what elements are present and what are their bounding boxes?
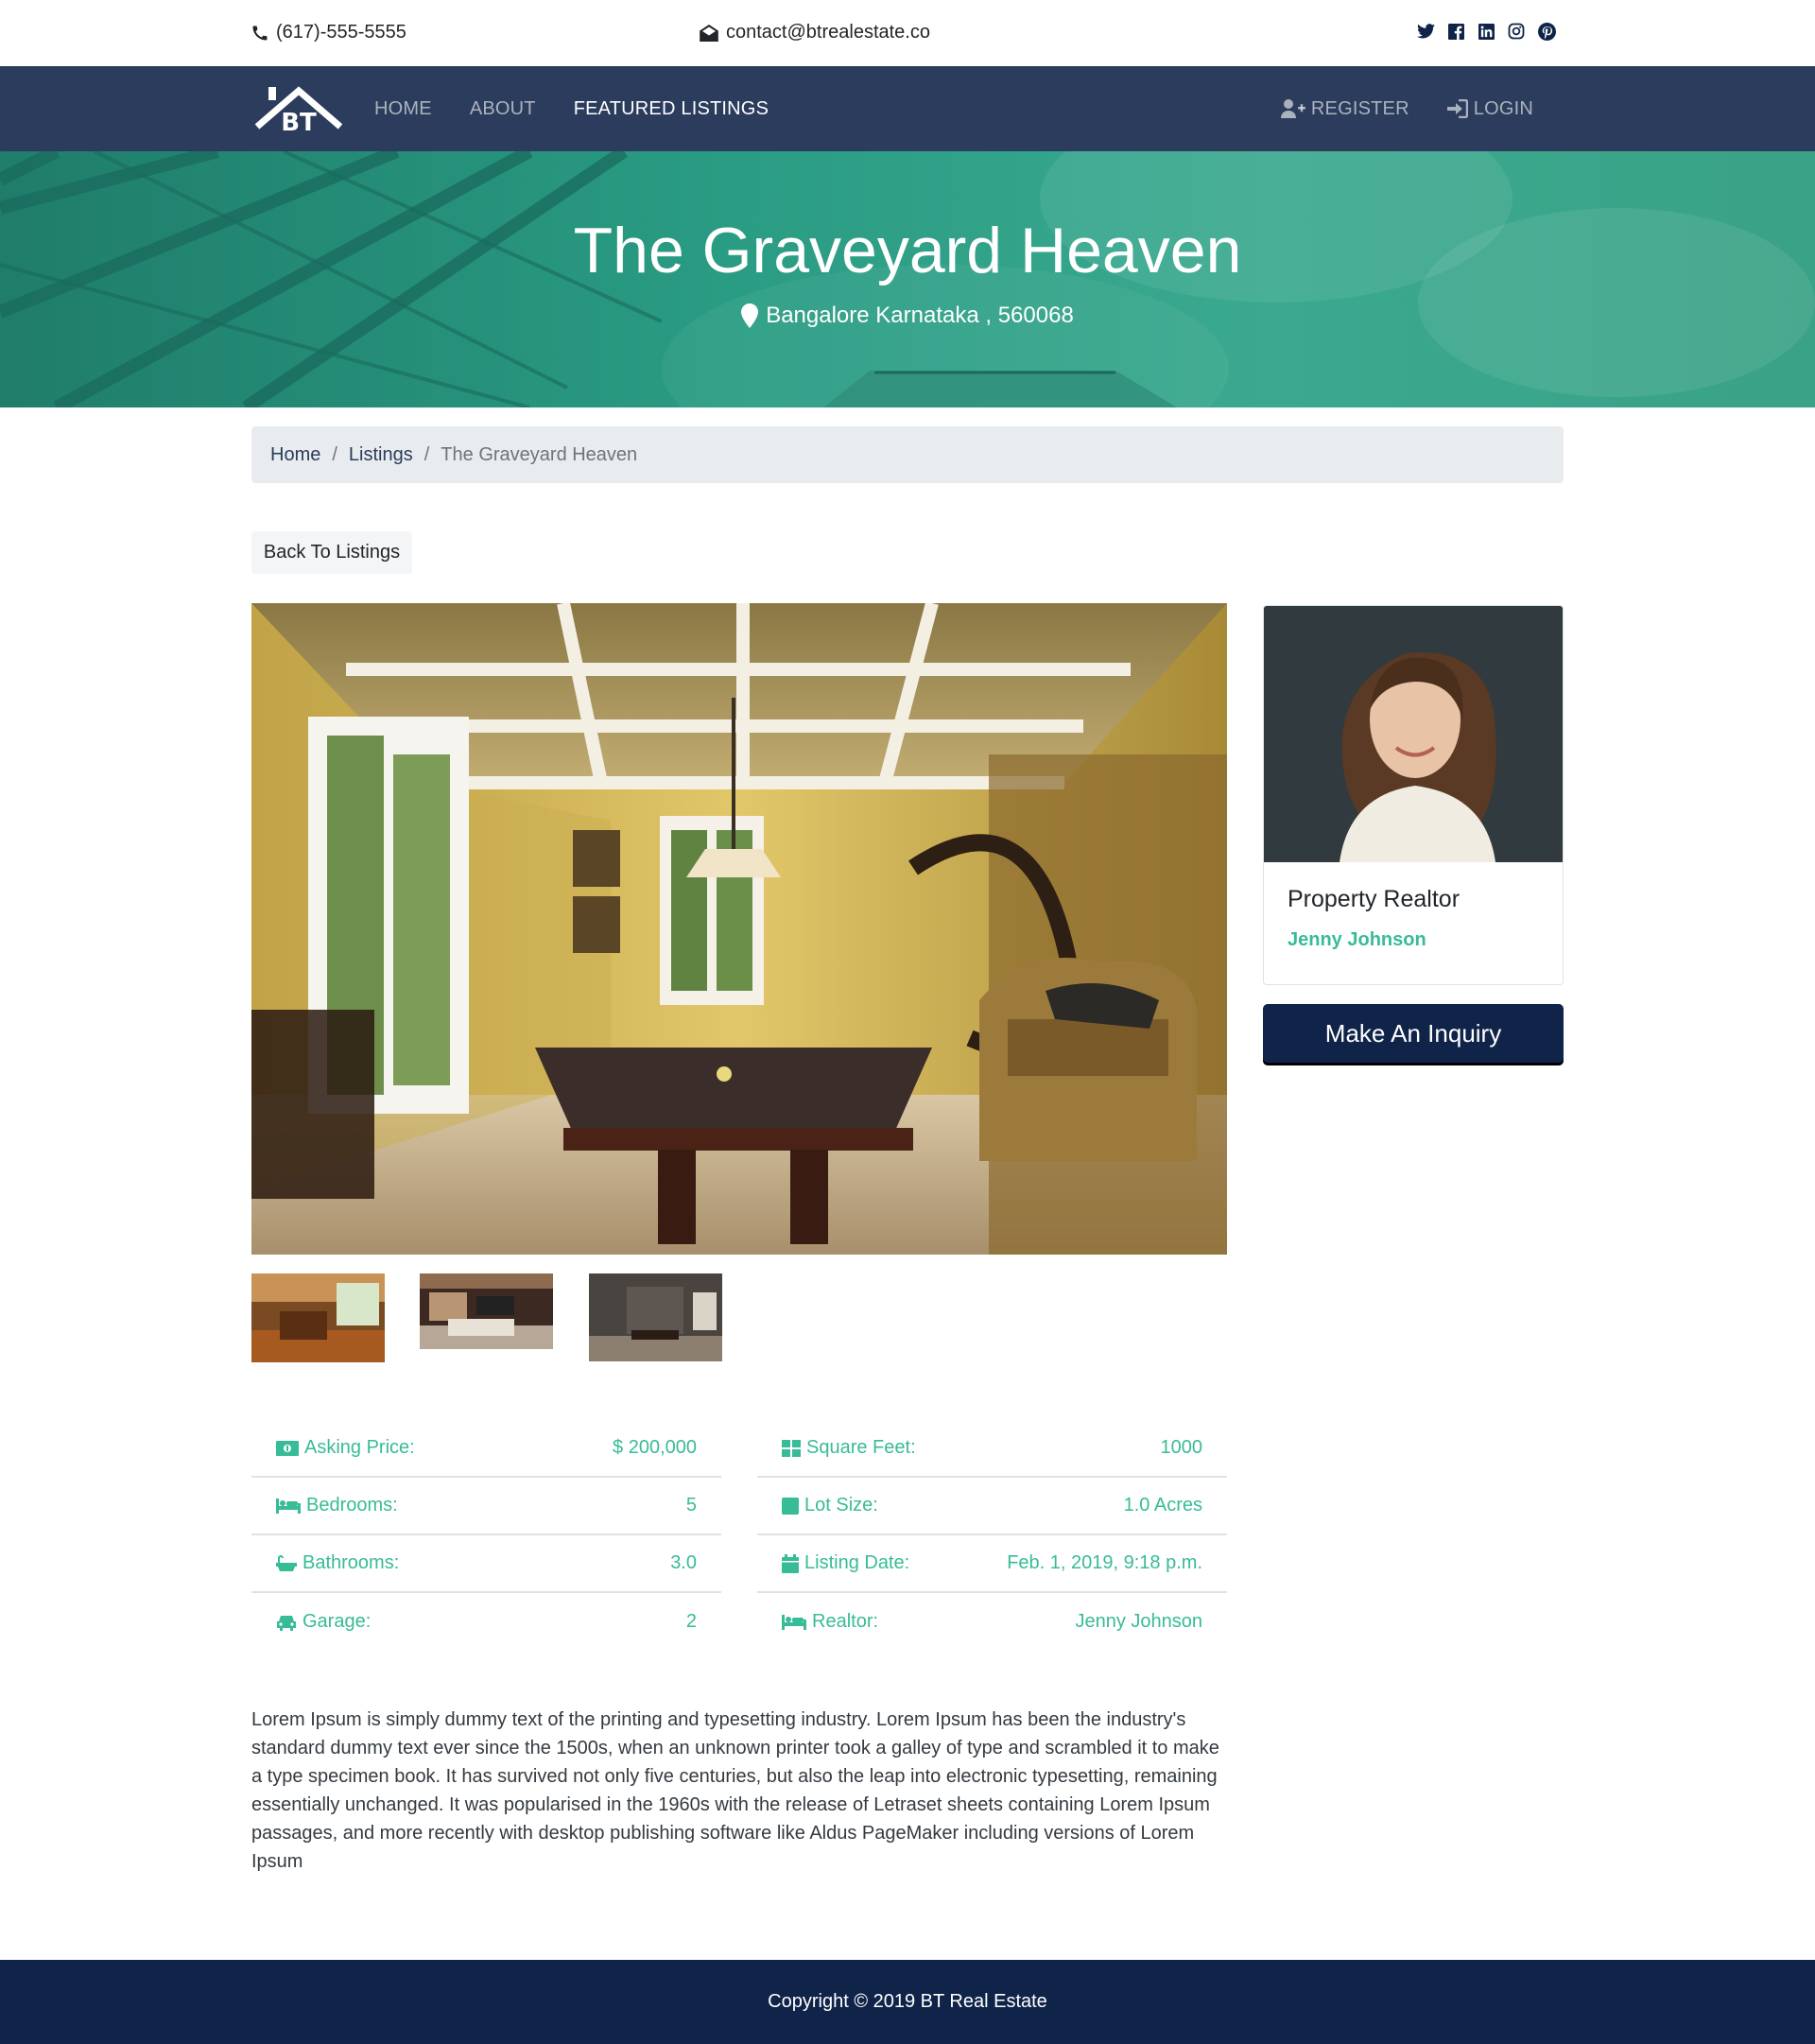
bed-icon	[782, 1614, 806, 1630]
calendar-icon	[782, 1553, 799, 1573]
detail-label: Realtor:	[812, 1611, 879, 1632]
breadcrumb-separator: /	[424, 443, 430, 465]
pinterest-icon[interactable]	[1537, 22, 1556, 41]
detail-label: Garage:	[302, 1611, 372, 1632]
bath-icon	[276, 1554, 297, 1571]
realtor-name[interactable]: Jenny Johnson	[1288, 929, 1426, 951]
detail-label-wrap: Garage:	[276, 1611, 371, 1633]
square-icon	[782, 1497, 799, 1515]
facebook-icon[interactable]	[1446, 22, 1465, 41]
phone-number: (617)-555-5555	[276, 22, 406, 43]
copyright-text: Copyright © 2019 BT Real Estate	[768, 1991, 1047, 2012]
detail-label-wrap: Lot Size:	[782, 1495, 878, 1516]
detail-label-wrap: Realtor:	[782, 1611, 878, 1633]
nav-featured-listings[interactable]: FEATURED LISTINGS	[574, 98, 769, 120]
detail-value: $ 200,000	[613, 1437, 697, 1458]
detail-value: Jenny Johnson	[1075, 1611, 1202, 1632]
map-marker-icon	[741, 303, 759, 328]
back-to-listings-button[interactable]: Back To Listings	[251, 531, 412, 574]
login-label: LOGIN	[1473, 97, 1533, 119]
svg-text:BT: BT	[281, 109, 317, 134]
twitter-icon[interactable]	[1416, 22, 1435, 41]
bed-icon	[276, 1498, 301, 1514]
thumbnail-dining-room[interactable]	[589, 1273, 722, 1361]
top-contact-bar: (617)-555-5555 contact@btrealestate.co	[0, 0, 1815, 66]
detail-value: 5	[685, 1495, 697, 1516]
auth-nav: REGISTER LOGIN	[1280, 66, 1533, 151]
detail-label: Square Feet:	[806, 1437, 916, 1458]
bt-logo[interactable]: BT	[253, 83, 343, 137]
phone-icon	[252, 26, 268, 40]
detail-value: 1.0 Acres	[1123, 1495, 1202, 1516]
make-inquiry-button[interactable]: Make An Inquiry	[1263, 1004, 1564, 1063]
email-address: contact@btrealestate.co	[726, 22, 930, 43]
user-plus-icon	[1280, 99, 1305, 118]
detail-value: 3.0	[670, 1552, 697, 1573]
detail-label-wrap: Bedrooms:	[276, 1495, 398, 1516]
register-label: REGISTER	[1310, 97, 1409, 119]
hero-banner: The Graveyard Heaven Bangalore Karnataka…	[0, 151, 1815, 407]
detail-label: Asking Price:	[304, 1437, 415, 1458]
nav-about[interactable]: ABOUT	[470, 98, 536, 120]
breadcrumb-listings[interactable]: Listings	[349, 444, 413, 466]
breadcrumb: Home / Listings / The Graveyard Heaven	[251, 426, 1564, 483]
detail-lot-size: Lot Size: 1.0 Acres	[757, 1478, 1227, 1535]
register-link[interactable]: REGISTER	[1280, 97, 1409, 120]
location-text: Bangalore Karnataka , 560068	[766, 303, 1074, 328]
hero-rooftop	[823, 371, 1177, 407]
login-link[interactable]: LOGIN	[1446, 97, 1533, 120]
main-listing-photo[interactable]	[251, 603, 1227, 1255]
realtor-photo	[1264, 606, 1563, 862]
footer: Copyright © 2019 BT Real Estate	[0, 1960, 1815, 2044]
sign-in-icon	[1446, 99, 1468, 118]
envelope-open-icon	[700, 24, 718, 42]
detail-value: 2	[685, 1611, 697, 1632]
email-contact[interactable]: contact@btrealestate.co	[700, 22, 930, 43]
detail-label: Bathrooms:	[302, 1552, 400, 1573]
th-large-icon	[782, 1439, 801, 1457]
detail-bathrooms: Bathrooms: 3.0	[251, 1535, 721, 1593]
realtor-card: Property Realtor Jenny Johnson	[1263, 605, 1564, 985]
listing-location: Bangalore Karnataka , 560068	[0, 303, 1815, 329]
money-icon	[276, 1440, 299, 1456]
detail-label: Listing Date:	[804, 1552, 910, 1573]
nav-home[interactable]: HOME	[374, 98, 432, 120]
detail-square-feet: Square Feet: 1000	[757, 1420, 1227, 1478]
breadcrumb-current: The Graveyard Heaven	[441, 443, 638, 465]
breadcrumb-separator: /	[332, 443, 337, 465]
phone-contact: (617)-555-5555	[251, 22, 406, 43]
detail-label: Lot Size:	[804, 1495, 878, 1516]
instagram-icon[interactable]	[1507, 22, 1526, 41]
detail-asking-price: Asking Price: $ 200,000	[251, 1420, 721, 1478]
social-links	[1416, 22, 1556, 41]
details-right-list: Square Feet: 1000 Lot Size: 1.0 Acres Li…	[757, 1420, 1227, 1651]
thumbnail-kitchen[interactable]	[251, 1273, 385, 1362]
detail-bedrooms: Bedrooms: 5	[251, 1478, 721, 1535]
detail-value: Feb. 1, 2019, 9:18 p.m.	[1007, 1552, 1202, 1573]
primary-nav: HOME ABOUT FEATURED LISTINGS	[374, 66, 769, 151]
detail-listing-date: Listing Date: Feb. 1, 2019, 9:18 p.m.	[757, 1535, 1227, 1593]
detail-garage: Garage: 2	[251, 1593, 721, 1651]
detail-value: 1000	[1160, 1437, 1203, 1458]
detail-realtor: Realtor: Jenny Johnson	[757, 1593, 1227, 1651]
detail-label: Bedrooms:	[306, 1495, 398, 1516]
listing-description: Lorem Ipsum is simply dummy text of the …	[251, 1709, 1219, 1872]
linkedin-icon[interactable]	[1477, 22, 1495, 41]
realtor-card-title: Property Realtor	[1288, 886, 1461, 912]
detail-label-wrap: Listing Date:	[782, 1552, 909, 1574]
detail-label-wrap: Square Feet:	[782, 1437, 916, 1459]
car-icon	[277, 1615, 296, 1631]
detail-label-wrap: Asking Price:	[276, 1437, 415, 1459]
details-left-list: Asking Price: $ 200,000 Bedrooms: 5 Bath…	[251, 1420, 721, 1651]
breadcrumb-home[interactable]: Home	[270, 444, 320, 466]
thumbnail-living-room[interactable]	[420, 1273, 553, 1349]
main-navbar: BT HOME ABOUT FEATURED LISTINGS REGISTER…	[0, 66, 1815, 151]
listing-title: The Graveyard Heaven	[573, 215, 1242, 286]
detail-label-wrap: Bathrooms:	[276, 1552, 399, 1574]
